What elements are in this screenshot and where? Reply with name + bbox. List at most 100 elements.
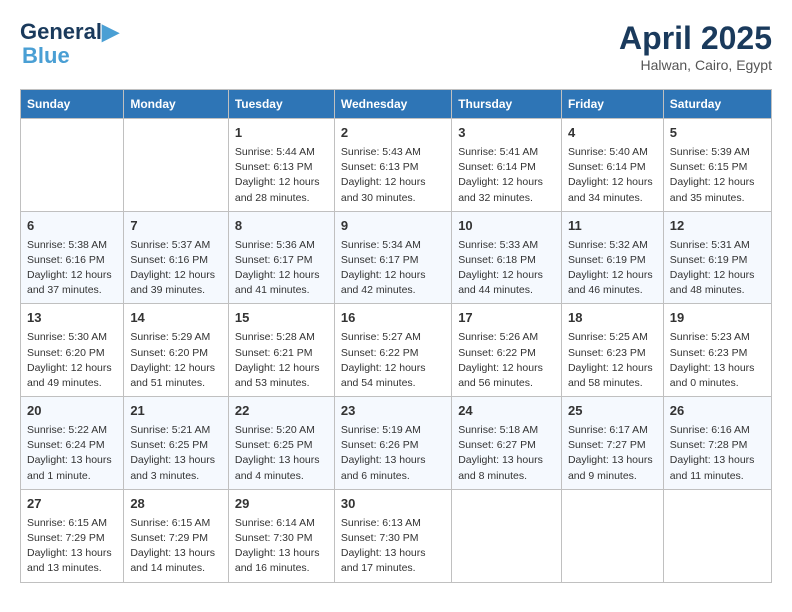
calendar-week-row: 27 Sunrise: 6:15 AM Sunset: 7:29 PM Dayli… [21, 489, 772, 582]
cell-sun-info: Sunrise: 6:15 AM Sunset: 7:29 PM Dayligh… [27, 516, 117, 577]
calendar-cell: 4Sunrise: 5:40 AM Sunset: 6:14 PM Daylig… [561, 119, 663, 212]
calendar-cell: 6 Sunrise: 5:38 AM Sunset: 6:16 PM Daylig… [21, 211, 124, 304]
calendar-cell: 26 Sunrise: 6:16 AM Sunset: 7:28 PM Dayli… [663, 397, 771, 490]
calendar-cell: 29 Sunrise: 6:14 AM Sunset: 7:30 PM Dayli… [228, 489, 334, 582]
weekday-header: Friday [561, 90, 663, 119]
calendar-cell: 12 Sunrise: 5:31 AM Sunset: 6:19 PM Dayli… [663, 211, 771, 304]
cell-sun-info: Sunrise: 5:27 AM Sunset: 6:22 PM Dayligh… [341, 330, 445, 391]
calendar-week-row: 1 Sunrise: 5:44 AM Sunset: 6:13 PM Daylig… [21, 119, 772, 212]
calendar-cell: 21 Sunrise: 5:21 AM Sunset: 6:25 PM Dayli… [124, 397, 229, 490]
weekday-header: Sunday [21, 90, 124, 119]
cell-sun-info: Sunrise: 5:32 AM Sunset: 6:19 PM Dayligh… [568, 238, 657, 299]
calendar-cell: 2 Sunrise: 5:43 AM Sunset: 6:13 PM Daylig… [334, 119, 451, 212]
day-number: 1 [235, 124, 328, 143]
calendar-week-row: 20 Sunrise: 5:22 AM Sunset: 6:24 PM Dayli… [21, 397, 772, 490]
cell-sun-info: Sunrise: 6:14 AM Sunset: 7:30 PM Dayligh… [235, 516, 328, 577]
weekday-header: Tuesday [228, 90, 334, 119]
cell-sun-info: Sunrise: 5:34 AM Sunset: 6:17 PM Dayligh… [341, 238, 445, 299]
day-number: 18 [568, 309, 657, 328]
cell-sun-info: Sunrise: 5:20 AM Sunset: 6:25 PM Dayligh… [235, 423, 328, 484]
cell-sun-info: Sunrise: 5:36 AM Sunset: 6:17 PM Dayligh… [235, 238, 328, 299]
day-number: 2 [341, 124, 445, 143]
day-number: 29 [235, 495, 328, 514]
cell-sun-info: Sunrise: 5:43 AM Sunset: 6:13 PM Dayligh… [341, 145, 445, 206]
title-block: April 2025 Halwan, Cairo, Egypt [619, 20, 772, 73]
cell-sun-info: Sunrise: 5:40 AM Sunset: 6:14 PM Dayligh… [568, 145, 657, 206]
calendar-week-row: 6 Sunrise: 5:38 AM Sunset: 6:16 PM Daylig… [21, 211, 772, 304]
cell-sun-info: Sunrise: 5:44 AM Sunset: 6:13 PM Dayligh… [235, 145, 328, 206]
logo: General▶ Blue [20, 20, 119, 68]
cell-sun-info: Sunrise: 5:26 AM Sunset: 6:22 PM Dayligh… [458, 330, 555, 391]
day-number: 7 [130, 217, 222, 236]
calendar-cell: 5 Sunrise: 5:39 AM Sunset: 6:15 PM Daylig… [663, 119, 771, 212]
month-title: April 2025 [619, 20, 772, 57]
day-number: 25 [568, 402, 657, 421]
day-number: 9 [341, 217, 445, 236]
cell-sun-info: Sunrise: 5:29 AM Sunset: 6:20 PM Dayligh… [130, 330, 222, 391]
day-number: 12 [670, 217, 765, 236]
cell-sun-info: Sunrise: 5:39 AM Sunset: 6:15 PM Dayligh… [670, 145, 765, 206]
cell-sun-info: Sunrise: 5:37 AM Sunset: 6:16 PM Dayligh… [130, 238, 222, 299]
calendar-cell: 19Sunrise: 5:23 AM Sunset: 6:23 PM Dayli… [663, 304, 771, 397]
calendar-cell: 10Sunrise: 5:33 AM Sunset: 6:18 PM Dayli… [452, 211, 562, 304]
calendar-cell: 30 Sunrise: 6:13 AM Sunset: 7:30 PM Dayli… [334, 489, 451, 582]
day-number: 21 [130, 402, 222, 421]
weekday-header: Monday [124, 90, 229, 119]
weekday-header: Wednesday [334, 90, 451, 119]
calendar-cell: 13 Sunrise: 5:30 AM Sunset: 6:20 PM Dayli… [21, 304, 124, 397]
calendar-cell: 23Sunrise: 5:19 AM Sunset: 6:26 PM Dayli… [334, 397, 451, 490]
cell-sun-info: Sunrise: 6:13 AM Sunset: 7:30 PM Dayligh… [341, 516, 445, 577]
day-number: 24 [458, 402, 555, 421]
logo-blue: Blue [22, 44, 119, 68]
calendar-cell [452, 489, 562, 582]
calendar-cell: 27 Sunrise: 6:15 AM Sunset: 7:29 PM Dayli… [21, 489, 124, 582]
calendar-table: SundayMondayTuesdayWednesdayThursdayFrid… [20, 89, 772, 583]
day-number: 14 [130, 309, 222, 328]
day-number: 15 [235, 309, 328, 328]
calendar-cell [124, 119, 229, 212]
day-number: 8 [235, 217, 328, 236]
day-number: 27 [27, 495, 117, 514]
day-number: 20 [27, 402, 117, 421]
calendar-cell [21, 119, 124, 212]
logo-text: General▶ [20, 20, 119, 44]
cell-sun-info: Sunrise: 6:16 AM Sunset: 7:28 PM Dayligh… [670, 423, 765, 484]
calendar-cell: 11 Sunrise: 5:32 AM Sunset: 6:19 PM Dayli… [561, 211, 663, 304]
cell-sun-info: Sunrise: 5:38 AM Sunset: 6:16 PM Dayligh… [27, 238, 117, 299]
day-number: 17 [458, 309, 555, 328]
calendar-cell: 17 Sunrise: 5:26 AM Sunset: 6:22 PM Dayli… [452, 304, 562, 397]
day-number: 11 [568, 217, 657, 236]
day-number: 23 [341, 402, 445, 421]
day-number: 28 [130, 495, 222, 514]
cell-sun-info: Sunrise: 5:41 AM Sunset: 6:14 PM Dayligh… [458, 145, 555, 206]
calendar-cell: 8 Sunrise: 5:36 AM Sunset: 6:17 PM Daylig… [228, 211, 334, 304]
calendar-cell: 3Sunrise: 5:41 AM Sunset: 6:14 PM Daylig… [452, 119, 562, 212]
cell-sun-info: Sunrise: 5:22 AM Sunset: 6:24 PM Dayligh… [27, 423, 117, 484]
calendar-cell: 28 Sunrise: 6:15 AM Sunset: 7:29 PM Dayli… [124, 489, 229, 582]
calendar-cell: 24 Sunrise: 5:18 AM Sunset: 6:27 PM Dayli… [452, 397, 562, 490]
day-number: 26 [670, 402, 765, 421]
cell-sun-info: Sunrise: 5:23 AM Sunset: 6:23 PM Dayligh… [670, 330, 765, 391]
calendar-cell: 9 Sunrise: 5:34 AM Sunset: 6:17 PM Daylig… [334, 211, 451, 304]
calendar-cell: 20 Sunrise: 5:22 AM Sunset: 6:24 PM Dayli… [21, 397, 124, 490]
day-number: 30 [341, 495, 445, 514]
weekday-header: Saturday [663, 90, 771, 119]
page-header: General▶ Blue April 2025 Halwan, Cairo, … [20, 20, 772, 73]
calendar-cell: 25Sunrise: 6:17 AM Sunset: 7:27 PM Dayli… [561, 397, 663, 490]
day-number: 5 [670, 124, 765, 143]
cell-sun-info: Sunrise: 5:31 AM Sunset: 6:19 PM Dayligh… [670, 238, 765, 299]
cell-sun-info: Sunrise: 5:33 AM Sunset: 6:18 PM Dayligh… [458, 238, 555, 299]
location: Halwan, Cairo, Egypt [619, 57, 772, 73]
weekday-header: Thursday [452, 90, 562, 119]
day-number: 6 [27, 217, 117, 236]
cell-sun-info: Sunrise: 5:18 AM Sunset: 6:27 PM Dayligh… [458, 423, 555, 484]
cell-sun-info: Sunrise: 5:30 AM Sunset: 6:20 PM Dayligh… [27, 330, 117, 391]
calendar-cell: 14 Sunrise: 5:29 AM Sunset: 6:20 PM Dayli… [124, 304, 229, 397]
weekday-header-row: SundayMondayTuesdayWednesdayThursdayFrid… [21, 90, 772, 119]
calendar-cell [663, 489, 771, 582]
cell-sun-info: Sunrise: 5:21 AM Sunset: 6:25 PM Dayligh… [130, 423, 222, 484]
cell-sun-info: Sunrise: 6:15 AM Sunset: 7:29 PM Dayligh… [130, 516, 222, 577]
cell-sun-info: Sunrise: 5:28 AM Sunset: 6:21 PM Dayligh… [235, 330, 328, 391]
day-number: 13 [27, 309, 117, 328]
day-number: 22 [235, 402, 328, 421]
